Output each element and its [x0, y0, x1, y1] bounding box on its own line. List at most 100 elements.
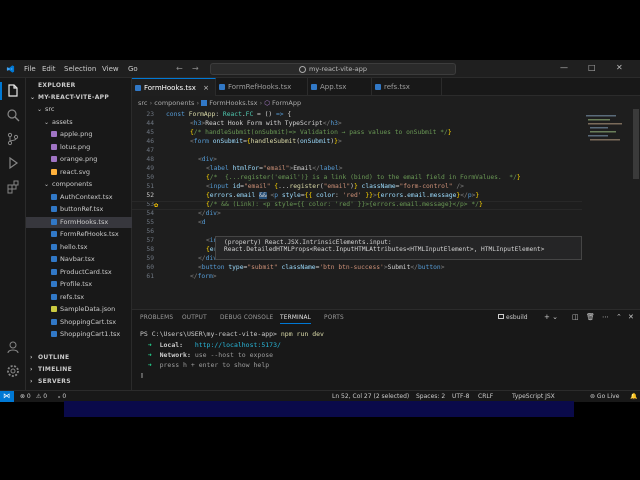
file-item[interactable]: lotus.png [51, 142, 90, 153]
warning-count[interactable]: ⚠ 0 [36, 393, 47, 400]
line-number: 59 [146, 255, 154, 262]
file-item[interactable]: react.svg [51, 167, 90, 178]
menu-selection[interactable]: Selection [64, 65, 96, 73]
code-line: <h3>React Hook Form with TypeScript</h3> [190, 120, 342, 127]
close-tab-icon[interactable]: × [203, 79, 209, 97]
terminal-line: PS C:\Users\USER\my-react-vite-app> npm … [140, 330, 324, 338]
code-line: </form> [190, 273, 217, 280]
code-line: {/* {...register('email')} is a link (bi… [206, 174, 521, 181]
chevron-down-icon: ⌄ [44, 118, 50, 126]
outline-section[interactable]: › OUTLINE [30, 352, 69, 363]
folder-item[interactable]: ⌄ assets [44, 117, 73, 128]
tab-output[interactable]: OUTPUT [182, 315, 207, 321]
tab-refs[interactable]: refs.tsx [372, 78, 442, 96]
minimap[interactable] [582, 109, 632, 309]
menu-file[interactable]: File [24, 65, 36, 73]
file-item[interactable]: FormRefHooks.tsx [51, 229, 119, 240]
search-icon[interactable] [6, 108, 20, 122]
tab-problems[interactable]: PROBLEMS [140, 315, 173, 321]
close-panel-icon[interactable]: ✕ [628, 313, 634, 321]
file-item[interactable]: hello.tsx [51, 242, 87, 253]
lightbulb-icon[interactable]: ✿ [154, 201, 158, 209]
bottom-panel: PROBLEMS OUTPUT DEBUG CONSOLE TERMINAL P… [132, 309, 640, 390]
line-number: 55 [146, 219, 154, 226]
explorer-icon[interactable] [6, 84, 20, 98]
png-file-icon [51, 131, 57, 137]
more-actions-icon[interactable]: ⋯ [602, 313, 609, 321]
menu-edit[interactable]: Edit [42, 65, 56, 73]
file-item[interactable]: apple.png [51, 129, 92, 140]
code-editor[interactable]: 23 44 45 46 47 48 49 50 51 52 53 54 55 56 57 58 59 60 61 ✿… [132, 109, 582, 309]
json-file-icon [51, 306, 57, 312]
cursor-position[interactable]: Ln 52, Col 27 (2 selected) [332, 393, 409, 400]
file-item[interactable]: ShoppingCart.tsx [51, 317, 116, 328]
extensions-icon[interactable] [6, 180, 20, 194]
tsx-file-icon [51, 268, 57, 275]
breadcrumb-item[interactable]: FormApp [272, 99, 301, 107]
file-item[interactable]: Profile.tsx [51, 279, 92, 290]
indentation[interactable]: Spaces: 2 [416, 393, 445, 400]
minimize-icon[interactable]: — [560, 63, 568, 72]
language-mode[interactable]: TypeScript JSX [512, 393, 555, 400]
file-item[interactable]: SampleData.json [51, 304, 115, 315]
tab-app[interactable]: App.tsx [308, 78, 372, 96]
split-terminal-icon[interactable]: ◫ [572, 313, 579, 321]
menu-view[interactable]: View [102, 65, 119, 73]
encoding[interactable]: UTF-8 [452, 393, 470, 400]
folder-item[interactable]: ⌄ components [44, 179, 92, 190]
new-terminal-icon[interactable]: + ⌄ [544, 313, 558, 321]
account-icon[interactable] [6, 340, 20, 354]
file-item[interactable]: ProductCard.tsx [51, 267, 112, 278]
breadcrumb-item[interactable]: FormHooks.tsx [209, 99, 257, 107]
breadcrumb-item[interactable]: components [154, 99, 194, 107]
folder-item[interactable]: ⌄ src [37, 104, 55, 115]
maximize-icon[interactable]: □ [588, 63, 596, 72]
search-text: my-react-vite-app [309, 65, 367, 73]
close-icon[interactable]: ✕ [616, 63, 623, 72]
file-item[interactable]: ShoppingCart1.tsx [51, 329, 120, 340]
file-item[interactable]: buttonRef.tsx [51, 204, 103, 215]
line-number: 49 [146, 165, 154, 172]
tree-item-label: components [52, 180, 93, 188]
tab-ports[interactable]: PORTS [324, 315, 344, 321]
code-line: <div> [198, 156, 217, 163]
notifications-bell-icon[interactable]: 🔔 [630, 393, 637, 400]
error-count[interactable]: ⊗ 0 [20, 393, 31, 400]
run-debug-icon[interactable] [6, 156, 20, 170]
file-item[interactable]: refs.tsx [51, 292, 84, 303]
file-item[interactable]: Navbar.tsx [51, 254, 95, 265]
maximize-panel-icon[interactable]: ⌃ [616, 313, 622, 321]
breadcrumb-item[interactable]: src [138, 99, 148, 107]
settings-gear-icon[interactable] [6, 364, 20, 378]
line-ending[interactable]: CRLF [478, 393, 493, 400]
trash-icon[interactable]: 🗑 [586, 313, 595, 321]
chevron-right-icon: › [30, 366, 33, 373]
file-item[interactable]: orange.png [51, 154, 97, 165]
source-control-icon[interactable] [6, 132, 20, 146]
servers-section[interactable]: › SERVERS [30, 376, 71, 387]
tsx-file-icon [51, 293, 57, 300]
file-item[interactable]: FormHooks.tsx [26, 216, 132, 228]
code-line: {errors.email && <p style={{ color: 'red… [206, 192, 480, 199]
tab-formrefhooks[interactable]: FormRefHooks.tsx [216, 78, 308, 96]
menu-go[interactable]: Go [128, 65, 138, 73]
command-center-search[interactable]: my-react-vite-app [210, 63, 456, 75]
back-arrow-icon[interactable]: ← [176, 64, 183, 73]
file-item[interactable]: AuthContext.tsx [51, 192, 113, 203]
tab-debug-console[interactable]: DEBUG CONSOLE [220, 315, 273, 321]
terminal-line: ➜ press h + enter to show help [140, 361, 270, 369]
go-live-button[interactable]: ⊚ Go Live [590, 393, 619, 400]
vertical-scrollbar[interactable] [632, 109, 640, 309]
tree-item-label: AuthContext.tsx [60, 192, 113, 201]
project-root[interactable]: ⌄ MY-REACT-VITE-APP [30, 92, 109, 103]
tab-formhooks[interactable]: FormHooks.tsx × [132, 78, 216, 96]
line-number: 50 [146, 174, 154, 181]
forward-arrow-icon[interactable]: → [192, 64, 199, 73]
ports-count[interactable]: ₒ 0 [58, 393, 66, 400]
timeline-section[interactable]: › TIMELINE [30, 364, 72, 375]
remote-indicator-icon[interactable]: ⋈ [0, 391, 14, 402]
local-url[interactable]: http://localhost:5173/ [195, 341, 281, 349]
tsx-file-icon [51, 318, 57, 325]
terminal-shell-label[interactable]: esbuild [498, 314, 528, 321]
tab-terminal[interactable]: TERMINAL [280, 315, 312, 324]
